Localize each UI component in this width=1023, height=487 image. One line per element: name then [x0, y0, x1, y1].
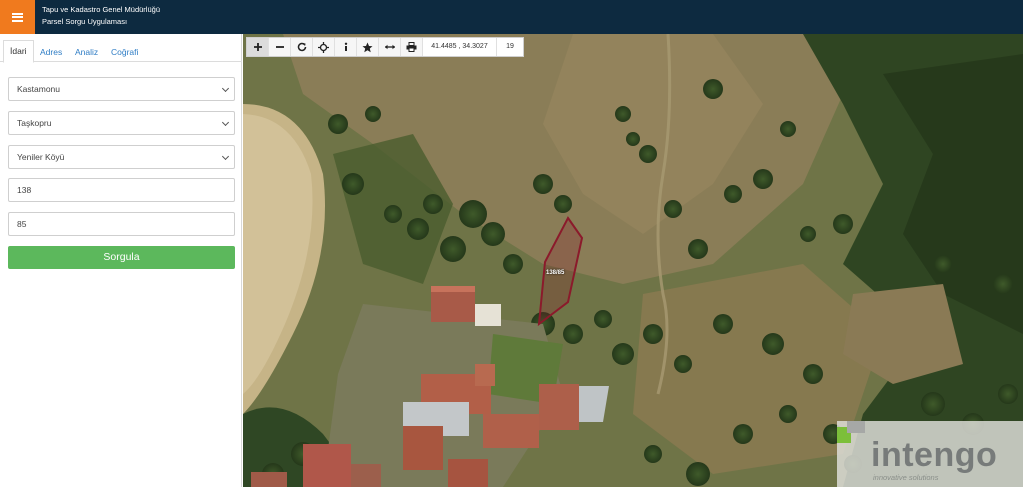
hamburger-icon: [12, 12, 23, 22]
satellite-map[interactable]: 138/85 intengo innovative solutions: [243, 34, 1023, 487]
measure-icon[interactable]: [379, 38, 401, 56]
coordinate-readout: 41.4485 , 34.3027: [423, 38, 497, 56]
tab-cografi[interactable]: Coğrafi: [111, 42, 138, 62]
intengo-logo-mark: [837, 421, 865, 443]
zoom-level: 19: [497, 38, 523, 56]
app-title-line1: Tapu ve Kadastro Genel Müdürlüğü: [42, 5, 160, 14]
query-button[interactable]: Sorgula: [8, 246, 235, 269]
refresh-icon[interactable]: [291, 38, 313, 56]
intengo-logo-tagline: innovative solutions: [873, 473, 939, 482]
map-toolbar: 41.4485 , 34.3027 19: [246, 37, 524, 57]
app-header: Tapu ve Kadastro Genel Müdürlüğü Parsel …: [0, 0, 1023, 34]
app-title-line2: Parsel Sorgu Uygulaması: [42, 17, 128, 26]
app-title: Tapu ve Kadastro Genel Müdürlüğü Parsel …: [42, 4, 160, 28]
print-icon[interactable]: [401, 38, 423, 56]
info-icon[interactable]: [335, 38, 357, 56]
menu-button[interactable]: [0, 0, 35, 34]
query-tabs: İdari Adres Analiz Coğrafi: [0, 38, 242, 63]
parcel-label[interactable]: 138/85: [546, 270, 564, 276]
zoom-out-icon[interactable]: [269, 38, 291, 56]
star-icon[interactable]: [357, 38, 379, 56]
intengo-logo: intengo innovative solutions: [837, 421, 1023, 487]
satellite-imagery: [243, 34, 1023, 487]
neighbourhood-select[interactable]: Yeniler Köyü: [8, 145, 235, 169]
query-sidebar: İdari Adres Analiz Coğrafi Kastamonu Taş…: [0, 34, 242, 487]
locate-icon[interactable]: [313, 38, 335, 56]
tab-adres[interactable]: Adres: [40, 42, 62, 62]
block-number-input[interactable]: 138: [8, 178, 235, 202]
province-select[interactable]: Kastamonu: [8, 77, 235, 101]
tab-analiz[interactable]: Analiz: [75, 42, 98, 62]
tab-idari[interactable]: İdari: [3, 40, 34, 63]
intengo-logo-text: intengo: [871, 436, 998, 474]
parcel-number-input[interactable]: 85: [8, 212, 235, 236]
zoom-in-icon[interactable]: [247, 38, 269, 56]
district-select[interactable]: Taşkopru: [8, 111, 235, 135]
